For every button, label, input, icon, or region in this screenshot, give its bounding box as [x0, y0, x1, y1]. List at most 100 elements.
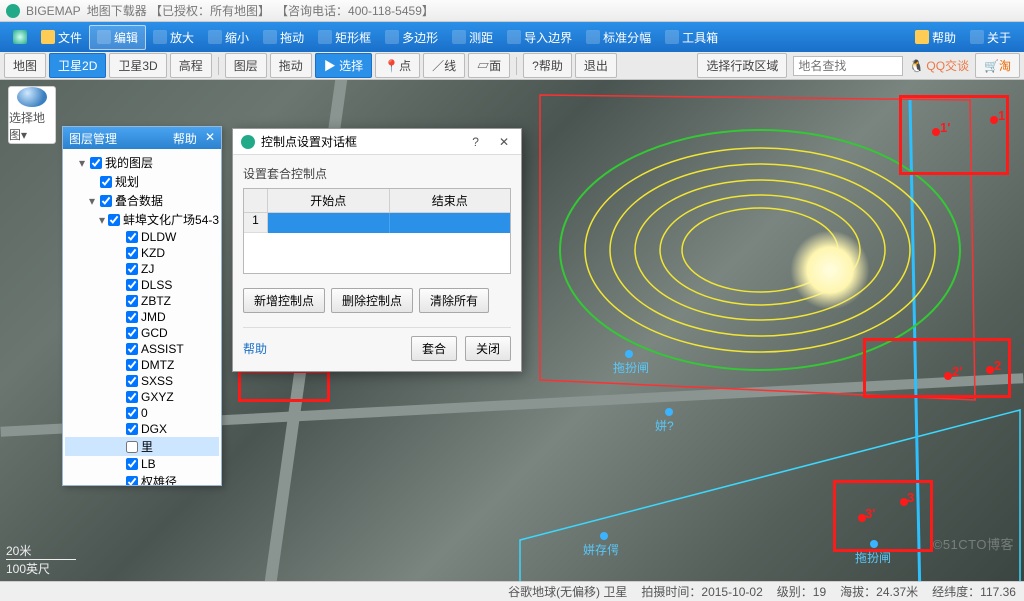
tree-checkbox[interactable] [108, 214, 120, 226]
edit-button[interactable]: 编辑 [89, 25, 146, 50]
table-row[interactable]: 1 [244, 213, 510, 233]
point-button[interactable]: 📍点 [375, 53, 420, 78]
logo-button[interactable] [6, 27, 34, 47]
tab-sat2d[interactable]: 卫星2D [49, 53, 106, 78]
feature-dot [600, 532, 608, 540]
dialog-close-icon[interactable]: ✕ [495, 135, 513, 149]
layer-tree[interactable]: ▾我的图层 规划 ▾叠合数据 ▾蚌埠文化广场54-3 DLDWKZDZJDLSS… [63, 149, 221, 485]
tree-item-jmd[interactable]: JMD [65, 309, 219, 325]
line-button[interactable]: ／线 [423, 53, 465, 78]
pan-button[interactable]: 拖动 [256, 26, 311, 49]
search-input[interactable] [793, 56, 903, 76]
cell-end[interactable] [390, 213, 511, 233]
tree-checkbox[interactable] [100, 176, 112, 188]
dialog-help-icon[interactable]: ? [468, 135, 483, 149]
close-button[interactable]: 关闭 [465, 336, 511, 361]
tree-checkbox[interactable] [126, 263, 138, 275]
tree-checkbox[interactable] [126, 311, 138, 323]
tree-item-dgx[interactable]: DGX [65, 421, 219, 437]
tree-item-lb[interactable]: LB [65, 456, 219, 472]
dialog-titlebar[interactable]: 控制点设置对话框 ? ✕ [233, 129, 521, 155]
dialog-help-link[interactable]: 帮助 [243, 340, 267, 357]
tree-checkbox[interactable] [126, 279, 138, 291]
select-map-button[interactable]: 选择地图▾ [8, 86, 56, 144]
tree-checkbox[interactable] [126, 476, 138, 486]
tree-plan[interactable]: 规划 [65, 172, 219, 191]
tree-root[interactable]: ▾我的图层 [65, 153, 219, 172]
tree-item-assist[interactable]: ASSIST [65, 341, 219, 357]
marker-1p[interactable] [932, 128, 940, 136]
marker-2[interactable] [986, 366, 994, 374]
layer-panel-help[interactable]: 帮助 [173, 130, 197, 147]
rect-button[interactable]: 矩形框 [311, 26, 378, 49]
tree-item-dlss[interactable]: DLSS [65, 277, 219, 293]
tree-item-权雄径[interactable]: 权雄径 [65, 472, 219, 485]
zoomout-button[interactable]: 缩小 [201, 26, 256, 49]
tree-checkbox[interactable] [126, 391, 138, 403]
tree-checkbox[interactable] [126, 458, 138, 470]
tree-checkbox[interactable] [126, 295, 138, 307]
exit-button[interactable]: 退出 [575, 53, 617, 78]
tree-checkbox[interactable] [126, 375, 138, 387]
tree-checkbox[interactable] [126, 327, 138, 339]
rect-icon [318, 30, 332, 44]
control-point-table[interactable]: 开始点 结束点 1 [243, 188, 511, 274]
marker-1[interactable] [990, 116, 998, 124]
tree-checkbox[interactable] [126, 407, 138, 419]
delete-control-point-button[interactable]: 删除控制点 [331, 288, 413, 313]
tree-item-gxyz[interactable]: GXYZ [65, 389, 219, 405]
tools-button[interactable]: 工具箱 [658, 26, 725, 49]
tree-item-sxss[interactable]: SXSS [65, 373, 219, 389]
select-button[interactable]: ▶ 选择 [315, 53, 372, 78]
fit-button[interactable]: 套合 [411, 336, 457, 361]
layers-button[interactable]: 图层 [225, 53, 267, 78]
tree-item-里[interactable]: 里 [65, 437, 219, 456]
tree-item-kzd[interactable]: KZD [65, 245, 219, 261]
tree-item-dmtz[interactable]: DMTZ [65, 357, 219, 373]
tab-map[interactable]: 地图 [4, 53, 46, 78]
clear-all-button[interactable]: 清除所有 [419, 288, 489, 313]
region-button[interactable]: 选择行政区域 [697, 53, 787, 78]
add-control-point-button[interactable]: 新增控制点 [243, 288, 325, 313]
tree-project[interactable]: ▾蚌埠文化广场54-3 [65, 210, 219, 229]
tree-checkbox[interactable] [126, 359, 138, 371]
tree-item-zbtz[interactable]: ZBTZ [65, 293, 219, 309]
tree-checkbox[interactable] [126, 247, 138, 259]
grid-button[interactable]: 标准分幅 [579, 26, 658, 49]
tree-item-dldw[interactable]: DLDW [65, 229, 219, 245]
tree-checkbox[interactable] [100, 195, 112, 207]
tab-sat3d[interactable]: 卫星3D [109, 53, 166, 78]
measure-button[interactable]: 测距 [445, 26, 500, 49]
tree-checkbox[interactable] [126, 231, 138, 243]
zoomin-button[interactable]: 放大 [146, 26, 201, 49]
import-button[interactable]: 导入边界 [500, 26, 579, 49]
tree-checkbox[interactable] [126, 441, 138, 453]
poly-icon [385, 30, 399, 44]
app-phone: 【咨询电话：400-118-5459】 [276, 2, 434, 19]
qq-button[interactable]: 🐧QQ交谈 [909, 57, 969, 74]
about-button[interactable]: 关于 [963, 26, 1018, 49]
globe-icon [13, 30, 27, 44]
tree-checkbox[interactable] [126, 343, 138, 355]
status-coords: 经纬度：117.36 [932, 583, 1016, 600]
tree-item-0[interactable]: 0 [65, 405, 219, 421]
tab-elev[interactable]: 高程 [170, 53, 212, 78]
tree-overlay[interactable]: ▾叠合数据 [65, 191, 219, 210]
help-button[interactable]: 帮助 [908, 26, 963, 49]
file-button[interactable]: 文件 [34, 26, 89, 49]
tao-button[interactable]: 🛒淘 [975, 53, 1020, 78]
tree-checkbox[interactable] [126, 423, 138, 435]
poly-button[interactable]: 多边形 [378, 26, 445, 49]
cell-start[interactable] [268, 213, 390, 233]
tree-label: ASSIST [141, 342, 184, 356]
help2-button[interactable]: ?帮助 [523, 53, 572, 78]
close-icon[interactable]: ✕ [205, 130, 215, 147]
layer-panel-header[interactable]: 图层管理 帮助 ✕ [63, 127, 221, 149]
marker-2p[interactable] [944, 372, 952, 380]
app-sub: 地图下载器 【已授权：所有地图】 [87, 2, 270, 19]
drag-button[interactable]: 拖动 [270, 53, 312, 78]
tree-item-gcd[interactable]: GCD [65, 325, 219, 341]
surface-button[interactable]: ▱面 [468, 53, 510, 78]
tree-item-zj[interactable]: ZJ [65, 261, 219, 277]
tree-checkbox[interactable] [90, 157, 102, 169]
